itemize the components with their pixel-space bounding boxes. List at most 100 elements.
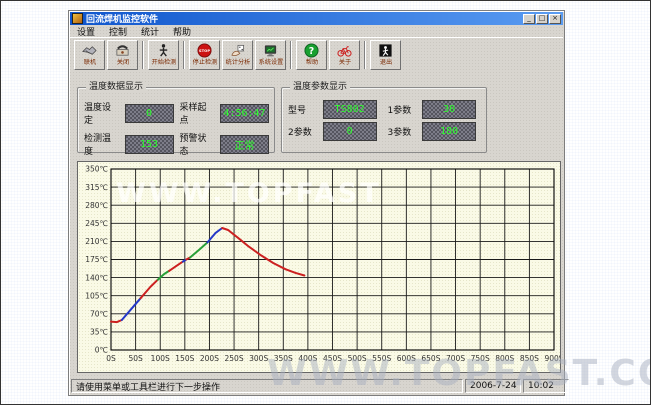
field-label: 预警状态 [180,131,215,157]
y-tick-label: 105℃ [85,291,108,300]
led-display: 153 [125,135,174,154]
maximize-button[interactable]: □ [536,14,548,24]
temp-data-fields: 温度设定0采样起点4:56:47检测温度153预警状态正常 [78,88,274,161]
svg-text:STOP: STOP [199,49,210,53]
toolbar-button-label: 联机 [83,59,95,65]
field-label: 采样起点 [180,100,215,126]
minimize-button[interactable]: _ [523,14,535,24]
x-tick-label: 50S [128,354,143,363]
y-tick-label: 35℃ [90,328,108,337]
status-date: 2006-7-24 [465,379,521,393]
field-label: 2参数 [288,125,317,138]
x-tick-label: 150S [175,354,194,363]
temp-params-fields: 型号TS8021参数302参数03参数180 [282,88,486,145]
menu-statistics[interactable]: 统计 [134,25,166,38]
window-controls: _□× [523,14,561,24]
led-display: 0 [125,104,174,123]
toolbar-separator [364,41,366,69]
toolbar-separator [290,41,292,69]
menu-control[interactable]: 控制 [102,25,134,38]
x-tick-label: 850S [520,354,539,363]
x-tick-label: 450S [323,354,342,363]
x-tick-label: 650S [421,354,440,363]
person-icon [156,43,171,58]
about-button[interactable]: 关于 [329,40,360,70]
phone-icon [115,43,130,58]
stats-analysis-button[interactable]: 统计分析 [222,40,253,70]
stop-detect-button[interactable]: STOP停止检测 [189,40,220,70]
field-label: 1参数 [387,103,416,116]
led-display: 4:56:47 [220,104,269,123]
exit-icon [378,43,393,58]
toolbar-button-label: 关于 [338,59,350,65]
toolbar-button-label: 开始检测 [151,59,176,65]
connect-button[interactable]: 联机 [74,40,105,70]
exit-button[interactable]: 退出 [370,40,401,70]
curve-segment [158,271,169,280]
app-window: 回流焊机监控软件 _□× 设置控制统计帮助 联机关闭开始检测STOP停止检测统计… [68,10,565,396]
toolbar-separator [142,41,144,69]
y-tick-label: 315℃ [85,183,108,192]
y-tick-label: 280℃ [85,201,108,210]
bicycle-icon [337,43,352,58]
temperature-curve [111,228,304,322]
y-tick-label: 245℃ [85,219,108,228]
menu-settings[interactable]: 设置 [70,25,102,38]
curve-segment [222,228,304,276]
close-button[interactable]: × [549,14,561,24]
toolbar-button-label: 关闭 [116,59,128,65]
x-tick-label: 0S [106,354,116,363]
y-tick-label: 70℃ [90,310,108,319]
temp-data-panel-title: 温度数据显示 [86,82,146,92]
toolbar: 联机 关闭 开始检测 STOP停止检测统计分析 系统设置? 帮助 关于 退出 [70,37,563,71]
temp-data-panel: 温度数据显示 温度设定0采样起点4:56:47检测温度153预警状态正常 [77,87,275,153]
toolbar-button-label: 统计分析 [225,59,250,65]
led-display: 0 [323,122,377,141]
y-tick-label: 210℃ [85,237,108,246]
menu-bar: 设置控制统计帮助 [70,25,563,37]
field-label: 型号 [288,103,317,116]
help-button[interactable]: ? 帮助 [296,40,327,70]
field-label: 检测温度 [84,131,119,157]
led-display: 正常 [220,135,269,154]
x-tick-label: 550S [372,354,391,363]
temperature-profile-chart: 0S50S100S150S200S250S300S350S400S450S500… [77,161,561,373]
y-tick-label: 0℃ [95,346,108,355]
svg-text:?: ? [309,46,314,57]
curve-segment [190,242,207,257]
app-icon [72,13,83,24]
curve-segment [122,298,141,320]
led-display: 180 [422,122,476,141]
toolbar-button-label: 系统设置 [258,59,283,65]
x-tick-label: 600S [397,354,416,363]
temp-params-panel-title: 温度参数显示 [290,82,350,92]
x-tick-label: 200S [200,354,219,363]
x-tick-label: 750S [471,354,490,363]
status-bar: 请使用菜单或工具栏进行下一步操作 2006-7-24 10:02 [70,378,563,394]
handshake-icon [82,43,97,58]
toolbar-separator [183,41,185,69]
toolbar-button-label: 帮助 [305,59,317,65]
x-tick-label: 800S [495,354,514,363]
monitor-icon [263,43,278,58]
grid-lines [111,169,554,350]
chart-canvas: 0S50S100S150S200S250S300S350S400S450S500… [78,162,560,372]
x-tick-label: 500S [348,354,367,363]
title-bar: 回流焊机监控软件 _□× [70,12,563,25]
status-time: 10:02 [523,379,569,393]
help-icon: ? [304,43,319,58]
temp-params-panel: 温度参数显示 型号TS8021参数302参数03参数180 [281,87,487,153]
menu-help[interactable]: 帮助 [166,25,198,38]
hand-dice-icon [230,43,245,58]
y-tick-label: 140℃ [85,273,108,282]
x-tick-label: 100S [151,354,170,363]
led-display: TS802 [323,100,377,119]
y-tick-label: 350℃ [85,165,108,174]
x-tick-label: 700S [446,354,465,363]
system-settings-button[interactable]: 系统设置 [255,40,286,70]
x-tick-label: 300S [249,354,268,363]
x-tick-label: 250S [225,354,244,363]
start-detect-button[interactable]: 开始检测 [148,40,179,70]
close-link-button[interactable]: 关闭 [107,40,138,70]
window-title: 回流焊机监控软件 [86,12,523,25]
